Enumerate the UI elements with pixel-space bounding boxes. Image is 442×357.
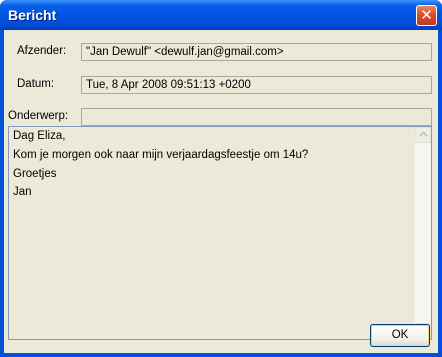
window-frame (0, 30, 442, 357)
window-title: Bericht (8, 7, 57, 23)
close-icon: ✕ (420, 6, 433, 24)
title-bar[interactable]: Bericht ✕ (0, 0, 442, 30)
message-dialog: Bericht ✕ Afzender: "Jan Dewulf" <dewulf… (0, 0, 442, 357)
close-button[interactable]: ✕ (416, 5, 437, 26)
